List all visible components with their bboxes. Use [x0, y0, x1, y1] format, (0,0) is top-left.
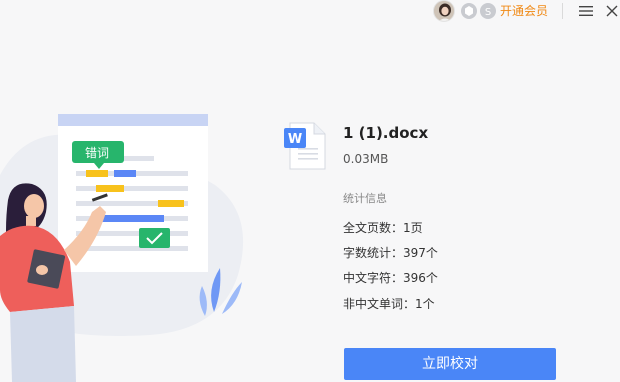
- stats-title: 统计信息: [343, 192, 387, 205]
- titlebar-divider: [562, 3, 563, 19]
- badge-icon[interactable]: [461, 3, 477, 19]
- file-size: 0.03MB: [343, 152, 389, 166]
- open-vip-link[interactable]: 开通会员: [500, 3, 548, 19]
- stat-row-non-chinese-words: 非中文单词：1个: [343, 295, 435, 312]
- stat-label: 非中文单词：: [343, 297, 416, 311]
- highlight-yellow: [86, 170, 108, 177]
- coin-icon[interactable]: S: [480, 3, 496, 19]
- highlight-blue: [114, 170, 136, 177]
- stat-row-chinese-chars: 中文字符：396个: [343, 269, 438, 286]
- tag-label: 错词: [85, 146, 110, 160]
- stat-label: 全文页数：: [343, 221, 404, 235]
- avatar[interactable]: [433, 0, 455, 22]
- proofreading-illustration: [0, 114, 244, 382]
- svg-text:S: S: [485, 7, 491, 18]
- illustration: 错词: [0, 100, 260, 382]
- svg-text:W: W: [288, 132, 302, 147]
- menu-icon[interactable]: [575, 0, 597, 22]
- check-badge: [139, 228, 170, 248]
- avatar-image: [434, 1, 454, 21]
- close-icon[interactable]: [601, 0, 620, 22]
- stat-label: 字数统计：: [343, 246, 404, 260]
- stat-label: 中文字符：: [343, 271, 404, 285]
- word-doc-icon: W: [284, 122, 326, 170]
- start-proofread-button[interactable]: 立即校对: [344, 348, 556, 380]
- document-card-header: [58, 114, 208, 126]
- stat-value: 397个: [403, 246, 438, 260]
- stat-row-pages: 全文页数：1页: [343, 219, 423, 236]
- stat-row-word-count: 字数统计：397个: [343, 244, 438, 261]
- file-name: 1 (1).docx: [343, 124, 429, 142]
- stat-value: 1个: [415, 297, 435, 311]
- stat-value: 1页: [403, 221, 423, 235]
- title-bar: S 开通会员: [0, 0, 620, 24]
- stat-value: 396个: [403, 271, 438, 285]
